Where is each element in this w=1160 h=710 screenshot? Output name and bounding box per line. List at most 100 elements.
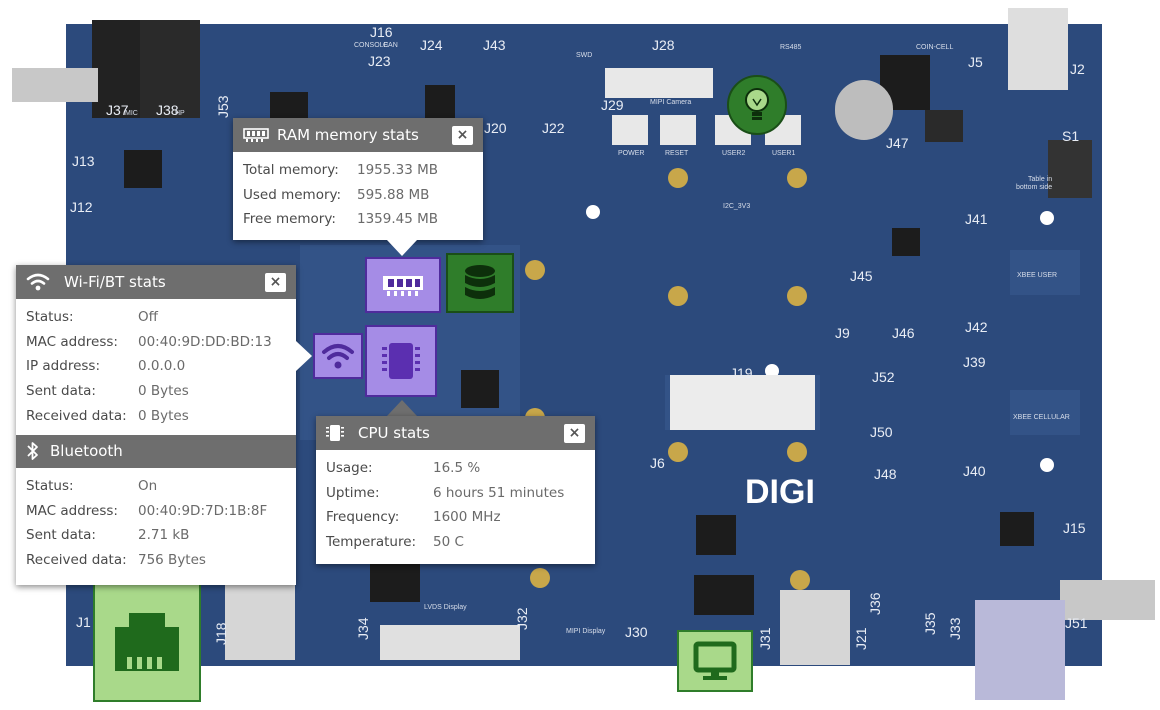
ram-popup-pointer [387, 240, 417, 256]
svg-text:J47: J47 [886, 135, 909, 151]
wifi-row-ip: IP address: 0.0.0.0 [26, 354, 286, 379]
wifi-row-sent: Sent data: 0 Bytes [26, 379, 286, 404]
svg-text:J9: J9 [835, 325, 850, 341]
ethernet-component-button[interactable] [93, 582, 201, 702]
cpu-component-button[interactable] [365, 325, 437, 397]
bluetooth-section-title: Bluetooth [50, 442, 123, 461]
stat-label: Sent data: [26, 527, 96, 544]
cpu-popup-header: CPU stats × [316, 416, 595, 450]
lightbulb-icon [745, 88, 769, 120]
stat-label: Status: [26, 478, 74, 495]
wifi-component-button[interactable] [313, 333, 363, 379]
storage-component-button[interactable] [446, 253, 514, 313]
svg-text:J41: J41 [965, 211, 988, 227]
ram-component-button[interactable] [365, 257, 441, 313]
svg-text:J34: J34 [355, 617, 371, 640]
ram-popup-close-button[interactable]: × [452, 125, 473, 145]
stat-label: Usage: [326, 460, 373, 477]
ram-stats-popup: RAM memory stats × Total memory: 1955.33… [233, 118, 483, 240]
ram-row-used: Used memory: 595.88 MB [243, 183, 473, 208]
ram-row-total: Total memory: 1955.33 MB [243, 158, 473, 183]
svg-text:J53: J53 [215, 95, 231, 118]
svg-text:J51: J51 [1065, 615, 1088, 631]
svg-text:J35: J35 [922, 612, 938, 635]
svg-text:RESET: RESET [665, 150, 689, 157]
stat-label: Used memory: [243, 186, 342, 203]
svg-text:J2: J2 [1070, 61, 1085, 77]
stat-value: 00:40:9D:7D:1B:8F [138, 502, 268, 519]
cpu-stats-popup: CPU stats × Usage: 16.5 % Uptime: 6 hour… [316, 416, 595, 564]
cpu-stats-list: Usage: 16.5 % Uptime: 6 hours 51 minutes… [316, 450, 595, 558]
stat-value: 1955.33 MB [357, 162, 439, 179]
svg-text:J52: J52 [872, 369, 895, 385]
stat-value: 6 hours 51 minutes [433, 484, 565, 501]
cpu-row-usage: Usage: 16.5 % [326, 456, 585, 481]
stat-value: 595.88 MB [357, 186, 430, 203]
user-led-button[interactable] [727, 75, 787, 135]
svg-text:S1: S1 [1062, 128, 1079, 144]
cpu-chip-icon [382, 343, 420, 379]
stat-label: MAC address: [26, 502, 118, 519]
stat-label: Uptime: [326, 484, 380, 501]
svg-text:J45: J45 [850, 268, 873, 284]
cpu-row-frequency: Frequency: 1600 MHz [326, 505, 585, 530]
svg-text:J37: J37 [106, 102, 129, 118]
display-component-button[interactable] [677, 630, 753, 692]
svg-text:J19: J19 [730, 365, 753, 381]
svg-text:J15: J15 [1063, 520, 1086, 536]
stat-value: 50 C [433, 534, 464, 551]
cpu-row-temperature: Temperature: 50 C [326, 530, 585, 555]
svg-text:J50: J50 [870, 424, 893, 440]
cpu-chip-icon [326, 425, 344, 441]
ram-chip-icon [383, 276, 423, 296]
stat-label: Total memory: [243, 162, 339, 179]
svg-text:J38: J38 [156, 102, 179, 118]
stat-label: Received data: [26, 552, 127, 569]
stat-value: 0.0.0.0 [138, 358, 186, 375]
stat-value: 2.71 kB [138, 527, 190, 544]
wifi-popup-header: Wi-Fi/BT stats × [16, 265, 296, 299]
svg-text:USER1: USER1 [772, 150, 795, 157]
bt-row-mac: MAC address: 00:40:9D:7D:1B:8F [26, 499, 286, 524]
wifi-stats-list: Status: Off MAC address: 00:40:9D:DD:BD:… [16, 299, 296, 432]
ram-popup-header: RAM memory stats × [233, 118, 483, 152]
database-icon [465, 265, 495, 299]
svg-text:J20: J20 [484, 120, 507, 136]
svg-text:COIN-CELL: COIN-CELL [916, 44, 953, 51]
wifi-popup-close-button[interactable]: × [265, 272, 286, 292]
svg-text:J46: J46 [892, 325, 915, 341]
wifi-popup-title: Wi-Fi/BT stats [64, 273, 166, 291]
svg-text:J36: J36 [867, 592, 883, 615]
svg-text:J40: J40 [963, 463, 986, 479]
svg-text:USER2: USER2 [722, 150, 745, 157]
svg-text:MIPI Display: MIPI Display [566, 628, 606, 635]
svg-text:MIPI Camera: MIPI Camera [650, 99, 691, 106]
stat-label: Frequency: [326, 509, 400, 526]
bt-row-status: Status: On [26, 474, 286, 499]
bt-row-sent: Sent data: 2.71 kB [26, 523, 286, 548]
svg-text:J21: J21 [853, 627, 869, 650]
ram-chip-icon [243, 128, 269, 142]
svg-text:SWD: SWD [576, 52, 592, 59]
svg-text:XBEE USER: XBEE USER [1017, 272, 1057, 279]
svg-text:J1: J1 [76, 614, 91, 630]
wifi-bt-stats-popup: Wi-Fi/BT stats × Status: Off MAC address… [16, 265, 296, 585]
svg-text:J22: J22 [542, 120, 565, 136]
bluetooth-icon [27, 442, 38, 461]
svg-text:J16: J16 [370, 24, 393, 40]
stat-value: 0 Bytes [138, 383, 189, 400]
stat-value: 0 Bytes [138, 407, 189, 424]
cpu-popup-title: CPU stats [358, 424, 430, 442]
ram-stats-list: Total memory: 1955.33 MB Used memory: 59… [233, 152, 483, 236]
cpu-popup-close-button[interactable]: × [564, 423, 585, 443]
wifi-row-status: Status: Off [26, 305, 286, 330]
bt-row-received: Received data: 756 Bytes [26, 548, 286, 573]
svg-text:POWER: POWER [618, 150, 644, 157]
svg-text:J33: J33 [947, 617, 963, 640]
ram-row-free: Free memory: 1359.45 MB [243, 207, 473, 232]
svg-text:XBEE CELLULAR: XBEE CELLULAR [1013, 414, 1070, 421]
svg-text:LVDS Display: LVDS Display [424, 604, 467, 611]
svg-text:bottom side: bottom side [1016, 184, 1052, 191]
svg-text:J42: J42 [965, 319, 988, 335]
svg-text:RS485: RS485 [780, 44, 802, 51]
